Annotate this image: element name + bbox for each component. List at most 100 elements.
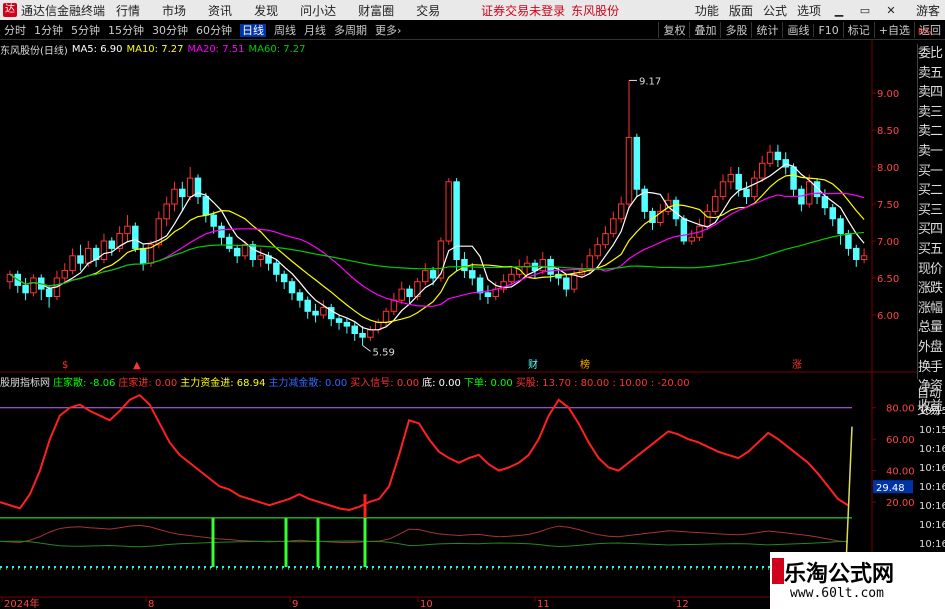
candle-body [516, 266, 523, 275]
candle-body [171, 188, 178, 205]
indicator-legend-item: 买入信号: 0.00 [350, 377, 420, 389]
candle-body [429, 270, 437, 279]
menu-item[interactable]: 资讯 [208, 4, 232, 18]
chart-action-button[interactable]: 多股 [720, 22, 751, 38]
candle-body [30, 277, 37, 294]
candle-body [476, 277, 484, 294]
candle-body [226, 236, 233, 249]
period-tab[interactable]: 多周期 [334, 24, 367, 37]
menu-options[interactable]: 选项 [797, 2, 821, 19]
auto-trade-line2: 交易 [917, 403, 942, 417]
period-tab[interactable]: 1分钟 [34, 24, 63, 37]
menu-item[interactable]: 财富圈 [358, 4, 394, 18]
candle-body [688, 236, 695, 242]
side-panel-item[interactable]: 总量 [918, 318, 945, 338]
chart-action-button[interactable]: 叠加 [689, 22, 720, 38]
time-label: 10:16 [919, 482, 945, 493]
menu-item[interactable]: 交易 [416, 4, 440, 18]
chart-action-button[interactable]: 返回 [914, 22, 945, 38]
side-panel-item[interactable]: 卖五 [918, 64, 945, 84]
chart-action-button[interactable]: 标记 [842, 22, 874, 38]
candle-body [22, 284, 29, 294]
period-tab[interactable]: 5分钟 [71, 24, 100, 37]
period-tab[interactable]: 月线 [304, 24, 326, 37]
candle-body [774, 151, 782, 161]
menu-layout[interactable]: 版面 [729, 2, 753, 19]
period-tab[interactable]: 30分钟 [152, 24, 188, 37]
ma60-line [9, 231, 865, 287]
period-tab[interactable]: 分时 [4, 24, 26, 37]
side-panel-item[interactable]: 买二 [918, 181, 945, 201]
watermark-url: www.60lt.com [790, 586, 884, 601]
period-toolbar: 分时 1分钟 5分钟 15分钟 30分钟 60分钟 日线 周线 月线 多周期 更多› 复权 叠加 多股统… [0, 20, 945, 40]
candle-body [696, 225, 703, 238]
chart-action-button[interactable]: F10 [813, 23, 842, 37]
price-tick-label: 6.00 [877, 311, 899, 322]
period-tab[interactable]: 更多› [375, 24, 401, 37]
indicator-legend-item: 买股: 13.70 : 80.00 : 10.00 : -20.00 [515, 377, 690, 389]
ma20-line [9, 192, 865, 307]
side-panel-item[interactable]: 买四 [918, 220, 945, 240]
side-panel-item[interactable]: 现价 [918, 260, 945, 280]
user-label[interactable]: 游客 [916, 2, 940, 19]
period-tab[interactable]: 周线 [274, 24, 296, 37]
side-panel-item[interactable]: 买一 [918, 162, 945, 182]
side-panel-item[interactable]: 买三 [918, 201, 945, 221]
side-panel-item[interactable]: 卖一 [918, 142, 945, 162]
candle-body [617, 203, 625, 220]
auto-trade-line1: 自动 [917, 386, 942, 400]
time-label: 10:16 [919, 501, 945, 512]
candle-body [743, 188, 750, 198]
candle-body [570, 273, 578, 290]
minimize-icon[interactable]: ▁ [831, 4, 847, 17]
candle-body [469, 270, 476, 279]
chart-action-button[interactable]: +自选 [873, 22, 914, 38]
candle-body [531, 262, 539, 272]
side-panel-item[interactable]: 卖二 [918, 122, 945, 142]
price-tick-label: 7.50 [877, 200, 899, 211]
price-tick-label: 7.00 [877, 237, 899, 248]
menu-item[interactable]: 问小达 [300, 4, 336, 18]
candle-body [766, 151, 774, 164]
current-stock-name: 东风股份 [571, 3, 620, 18]
period-tab[interactable]: 15分钟 [108, 24, 144, 37]
candle-body [335, 318, 343, 323]
candle-body [445, 181, 452, 242]
side-panel-item[interactable]: 卖四 [918, 83, 945, 103]
menu-formula[interactable]: 公式 [763, 2, 787, 19]
menu-item[interactable]: 市场 [162, 4, 186, 18]
candle-body [704, 210, 711, 227]
date-label: 10 [420, 599, 433, 609]
side-panel-item[interactable]: 外盘 [918, 338, 945, 358]
auto-trade-panel[interactable]: 自动 交易 [917, 384, 945, 424]
side-panel-item[interactable]: 换手 [918, 358, 945, 378]
chart-action-button[interactable]: 复权 [658, 22, 689, 38]
menu-item[interactable]: 发现 [254, 4, 278, 18]
login-notice[interactable]: 证券交易未登录 [481, 2, 565, 19]
side-panel-item[interactable]: 涨跌 [918, 279, 945, 299]
candle-body [798, 188, 805, 205]
side-panel-item[interactable]: 卖三 [918, 103, 945, 123]
candle-body [186, 177, 194, 198]
candle-body [273, 262, 280, 275]
candle-body [210, 214, 217, 227]
menu-func[interactable]: 功能 [695, 2, 719, 19]
period-tab[interactable]: 60分钟 [196, 24, 232, 37]
maximize-icon[interactable]: ▭ [857, 4, 873, 17]
period-tab[interactable]: 日线 [240, 23, 266, 37]
candle-body [390, 299, 398, 312]
candle-body [453, 181, 460, 260]
candle-body [61, 270, 69, 279]
side-panel-item[interactable]: 涨幅 [918, 299, 945, 319]
high-price-label: 9.17 [639, 76, 661, 87]
close-icon[interactable]: ✕ [883, 4, 899, 17]
main-menu: 行情 市场 资讯 发现 问小达 财富圈 交易 [105, 2, 451, 19]
side-panel-item[interactable]: 买五 [918, 240, 945, 260]
low-price-label: 5.59 [373, 347, 395, 358]
chart-action-button[interactable]: 统计 [751, 22, 782, 38]
candle-body [367, 329, 374, 338]
chart-action-button[interactable]: 画线 [782, 22, 813, 38]
side-panel-item[interactable]: 委比 [918, 44, 945, 64]
menu-item[interactable]: 行情 [116, 4, 140, 18]
low-pointer [362, 344, 371, 352]
